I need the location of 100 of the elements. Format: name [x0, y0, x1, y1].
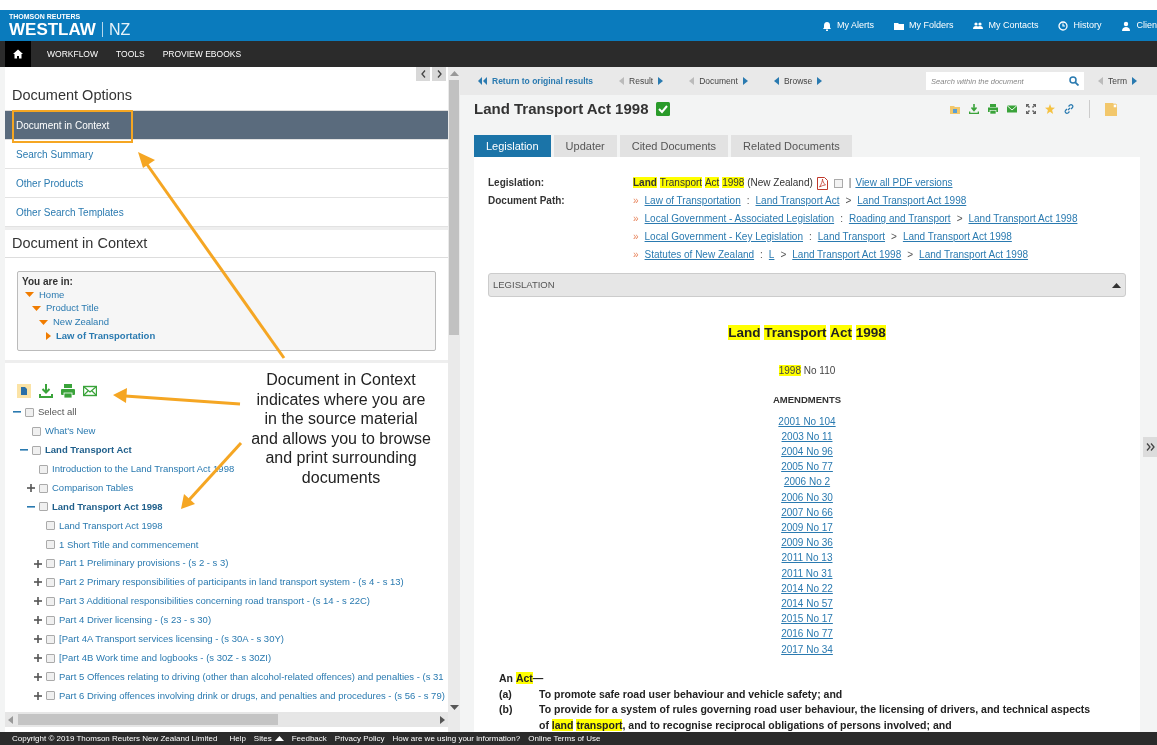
tree-item[interactable]: Part 4 Driver licensing - (s 23 - s 30): [59, 613, 212, 628]
tree-item[interactable]: [Part 4A Transport services licensing - (s 30A - s 30Y): [59, 632, 284, 647]
checkbox[interactable]: [39, 464, 48, 474]
amendment-link[interactable]: 2003 No 11: [781, 428, 833, 444]
checkbox[interactable]: [32, 445, 41, 455]
path-link[interactable]: Land Transport Act 1998: [902, 228, 1012, 246]
pdf-versions-link[interactable]: View all PDF versions: [855, 174, 953, 192]
path-link[interactable]: Local Government - Associated Legislation: [644, 210, 835, 228]
amendment-link[interactable]: 2006 No 30: [781, 489, 833, 505]
amendment-link[interactable]: 2009 No 36: [781, 535, 833, 551]
expand-panel-button[interactable]: [1143, 437, 1157, 457]
amendment-link[interactable]: 2016 No 77: [781, 626, 833, 642]
checkbox[interactable]: [46, 653, 55, 663]
header-link[interactable]: History: [1058, 18, 1102, 33]
header-link[interactable]: My Folders: [893, 18, 954, 33]
tab[interactable]: Legislation: [474, 135, 551, 157]
tab[interactable]: Cited Documents: [619, 135, 729, 157]
tree-item[interactable]: Part 6 Driving offences involving drink or drugs, and penalties and procedures - (s 56 - s 79): [59, 688, 445, 703]
checkbox[interactable]: [46, 634, 55, 644]
tree-item[interactable]: Part 1 Preliminary provisions - (s 2 - s 3): [59, 556, 229, 571]
home-icon: [13, 49, 23, 59]
path-link[interactable]: L: [768, 246, 775, 264]
nav-link[interactable]: Browse: [773, 74, 823, 88]
path-link[interactable]: Local Government - Key Legislation: [644, 228, 803, 246]
home-button[interactable]: [5, 41, 31, 67]
breadcrumb-link[interactable]: Product Title: [46, 301, 99, 316]
tab[interactable]: Updater: [553, 135, 617, 157]
tree-item[interactable]: Part 2 Primary responsibilities of participants in land transport system - (s 4 - s 13): [59, 575, 404, 590]
checkbox[interactable]: [46, 672, 55, 682]
checkbox[interactable]: [46, 615, 55, 625]
checkbox[interactable]: [32, 426, 41, 436]
options-menu-item[interactable]: Document in Context: [5, 111, 448, 140]
checkbox[interactable]: [833, 178, 843, 188]
breadcrumb-link[interactable]: New Zealand: [53, 315, 109, 330]
amendment-link[interactable]: 2011 No 13: [781, 550, 833, 566]
nav-link[interactable]: PROVIEW EBOOKS: [162, 47, 242, 61]
tab[interactable]: Related Documents: [731, 135, 852, 157]
document-icon: [17, 383, 31, 398]
next-button[interactable]: [432, 67, 446, 81]
tree-item[interactable]: Land Transport Act: [45, 443, 132, 458]
amendment-link[interactable]: 2005 No 77: [781, 459, 833, 475]
breadcrumb-link[interactable]: Home: [39, 287, 65, 302]
breadcrumb-link[interactable]: Law of Transportation: [56, 328, 156, 344]
path-link[interactable]: Land Transport Act 1998: [919, 246, 1029, 264]
back-link[interactable]: Return to original results: [478, 74, 594, 88]
footer-link[interactable]: Sites: [253, 732, 284, 745]
footer-link[interactable]: Help: [229, 732, 246, 745]
amendment-link[interactable]: 2004 No 96: [781, 443, 833, 460]
amendment-link[interactable]: 2015 No 17: [781, 611, 833, 627]
checkbox[interactable]: [46, 540, 55, 550]
amendment-link[interactable]: 2001 No 104: [778, 413, 836, 429]
tree-item[interactable]: Land Transport Act 1998: [59, 518, 163, 533]
clock-icon: [1058, 20, 1069, 31]
nav-link[interactable]: Term: [1098, 74, 1137, 88]
path-link[interactable]: Statutes of New Zealand: [644, 246, 755, 264]
tree-item[interactable]: Part 3 Additional responsibilities concerning road transport - (s 14 - s 22C): [59, 594, 370, 609]
footer-link[interactable]: How are we using your information?: [392, 732, 521, 745]
amendment-link[interactable]: 2009 No 17: [781, 519, 833, 536]
footer-link[interactable]: Feedback: [291, 732, 327, 745]
path-link[interactable]: Land Transport Act 1998: [792, 246, 902, 264]
path-link[interactable]: Law of Transportation: [644, 192, 741, 210]
path-link[interactable]: Land Transport Act 1998: [857, 192, 967, 210]
nav-link[interactable]: Result: [619, 74, 664, 88]
footer-link[interactable]: Online Terms of Use: [528, 732, 601, 745]
amendment-link[interactable]: 2017 No 34: [781, 641, 833, 657]
nav-link[interactable]: Document: [689, 74, 748, 88]
amendment-link[interactable]: 2014 No 57: [781, 595, 833, 612]
amendment-link[interactable]: 2007 No 66: [781, 504, 833, 520]
header-link[interactable]: My Contacts: [973, 18, 1039, 33]
amendment-link[interactable]: 2011 No 31: [781, 565, 833, 581]
checkbox[interactable]: [39, 502, 48, 512]
path-link[interactable]: Land Transport: [817, 228, 886, 246]
section-header[interactable]: LEGISLATION: [488, 273, 1126, 297]
tree-item[interactable]: [Part 4B Work time and logbooks - (s 30Z - s 30ZI): [59, 650, 272, 666]
tree-item[interactable]: What's New: [45, 424, 96, 439]
nav-link[interactable]: TOOLS: [116, 47, 145, 61]
tree-item[interactable]: Comparison Tables: [52, 480, 134, 496]
checkbox[interactable]: [46, 691, 55, 701]
tree-item[interactable]: Part 5 Offences relating to driving (other than alcohol-related offences) and penalties - (s 31: [59, 669, 444, 685]
checkbox[interactable]: [39, 483, 48, 493]
header-link[interactable]: Clien: [1121, 18, 1157, 33]
amendment-link[interactable]: 2014 No 22: [781, 580, 833, 596]
checkbox[interactable]: [25, 407, 34, 417]
checkbox[interactable]: [46, 521, 55, 531]
horizontal-scrollbar[interactable]: [5, 712, 448, 727]
vertical-scrollbar[interactable]: [448, 67, 460, 732]
footer-link[interactable]: Privacy Policy: [334, 732, 385, 745]
amendment-link[interactable]: 2006 No 2: [783, 474, 831, 490]
checkbox[interactable]: [46, 596, 55, 606]
nav-link[interactable]: WORKFLOW: [47, 47, 98, 61]
tree-item[interactable]: Land Transport Act 1998: [52, 499, 163, 514]
header-link[interactable]: My Alerts: [821, 18, 874, 33]
path-link[interactable]: Land Transport Act: [755, 192, 840, 210]
tree-item[interactable]: 1 Short Title and commencement: [59, 537, 199, 552]
checkbox[interactable]: [46, 577, 55, 587]
path-link[interactable]: Land Transport Act 1998: [968, 210, 1078, 228]
previous-button[interactable]: [416, 67, 430, 81]
checkbox[interactable]: [46, 559, 55, 569]
tree-item[interactable]: Select all: [38, 405, 77, 420]
path-link[interactable]: Roading and Transport: [848, 210, 951, 228]
